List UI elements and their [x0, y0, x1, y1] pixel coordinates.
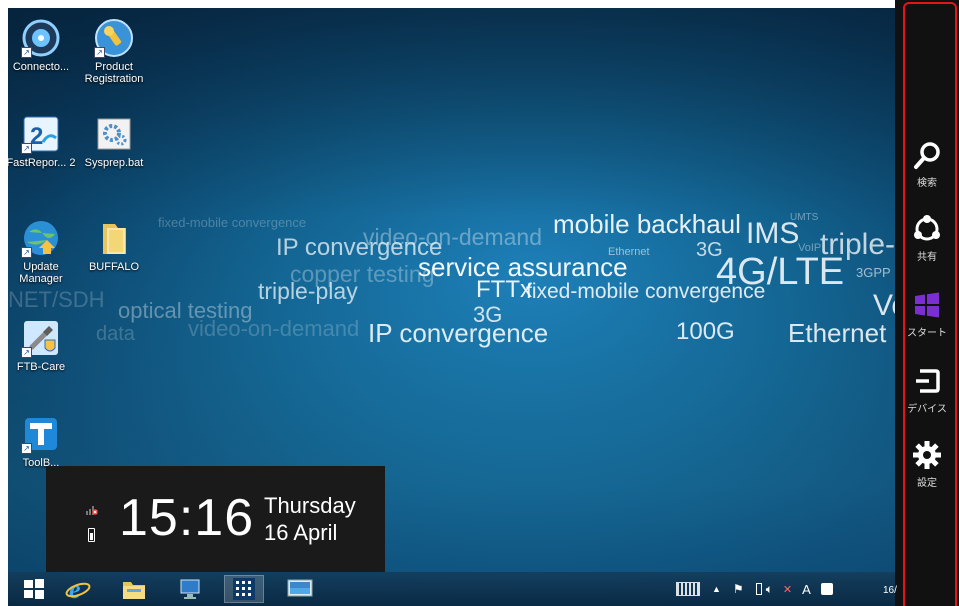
- ime-mode-indicator[interactable]: A: [802, 582, 811, 597]
- desktop-icon-label: FastRepor... 2: [8, 157, 76, 169]
- clock-date: 16 April: [264, 520, 338, 545]
- charms-highlight-outline: [903, 2, 957, 606]
- clock-day: Thursday: [264, 493, 356, 518]
- ie-icon: e: [65, 576, 91, 602]
- computer-icon: [180, 579, 200, 599]
- action-center-flag-icon[interactable]: ⚑: [733, 582, 744, 596]
- svg-text:2: 2: [30, 123, 43, 150]
- computer-button[interactable]: [170, 575, 210, 603]
- desktop-icon-label: BUFFALO: [88, 261, 140, 273]
- clock-time: 15:16: [119, 489, 255, 547]
- key-globe-icon: ↗: [94, 18, 134, 58]
- desktop-icon-label: Update Manager: [19, 261, 63, 285]
- internet-explorer-button[interactable]: e: [58, 575, 98, 603]
- no-signal-icon: [86, 502, 98, 515]
- toolbox-icon: ↗: [21, 414, 61, 454]
- battery-tray-icon[interactable]: [755, 583, 762, 595]
- grid-app-icon: [233, 578, 255, 600]
- remote-desktop-button[interactable]: [280, 575, 320, 603]
- desktop: mobile backhaul IMS triple-p fixed-mobil…: [8, 8, 959, 606]
- volume-icon[interactable]: 🔈︎: [766, 582, 773, 597]
- desktop-icon-sysprep[interactable]: Sysprep.bat: [75, 114, 153, 169]
- battery-icon: [88, 528, 95, 542]
- monitor-icon: [287, 579, 313, 597]
- start-button[interactable]: [14, 575, 54, 603]
- file-explorer-button[interactable]: [114, 575, 154, 603]
- app-tray-icon[interactable]: [820, 583, 833, 595]
- desktop-icon-product-registration[interactable]: ↗ Product Registration: [75, 18, 153, 85]
- desktop-icon-toolbox[interactable]: ↗ ToolB...: [8, 414, 80, 469]
- globe-update-icon: ↗: [21, 218, 61, 258]
- desktop-icon-label: Connecto...: [12, 61, 70, 73]
- keyboard-icon[interactable]: [676, 582, 700, 596]
- app-button-active[interactable]: [224, 575, 264, 603]
- folder-icon: [123, 582, 145, 599]
- desktop-icon-connector[interactable]: ↗ Connecto...: [8, 18, 80, 73]
- tools-shield-icon: ↗: [21, 318, 61, 358]
- system-tray: ▲ ⚑ 🔈︎ ✕ A: [676, 572, 833, 606]
- gear-batch-icon: [94, 114, 134, 154]
- fastreporter-icon: 2 ↗: [21, 114, 61, 154]
- desktop-icon-label: FTB-Care: [16, 361, 66, 373]
- clock-panel: 15:16 Thursday 16 April: [46, 466, 385, 572]
- taskbar-clock-partial[interactable]: 16/: [883, 585, 897, 596]
- network-disconnected-icon[interactable]: ✕: [783, 583, 792, 596]
- windows-logo-icon: [24, 579, 44, 599]
- desktop-icon-label: Product Registration: [84, 61, 144, 85]
- folder-icon: [94, 218, 134, 258]
- desktop-icon-buffalo[interactable]: BUFFALO: [75, 218, 153, 273]
- desktop-icon-fastreporter[interactable]: 2 ↗ FastRepor... 2: [8, 114, 80, 169]
- desktop-icon-label: Sysprep.bat: [84, 157, 144, 169]
- desktop-icon-update-manager[interactable]: ↗ Update Manager: [8, 218, 80, 285]
- show-hidden-icons-icon[interactable]: ▲: [712, 584, 721, 594]
- desktop-icon-ftb-care[interactable]: ↗ FTB-Care: [8, 318, 80, 373]
- connector-icon: ↗: [21, 18, 61, 58]
- taskbar: e ▲ ⚑ 🔈︎ ✕ A: [8, 572, 959, 606]
